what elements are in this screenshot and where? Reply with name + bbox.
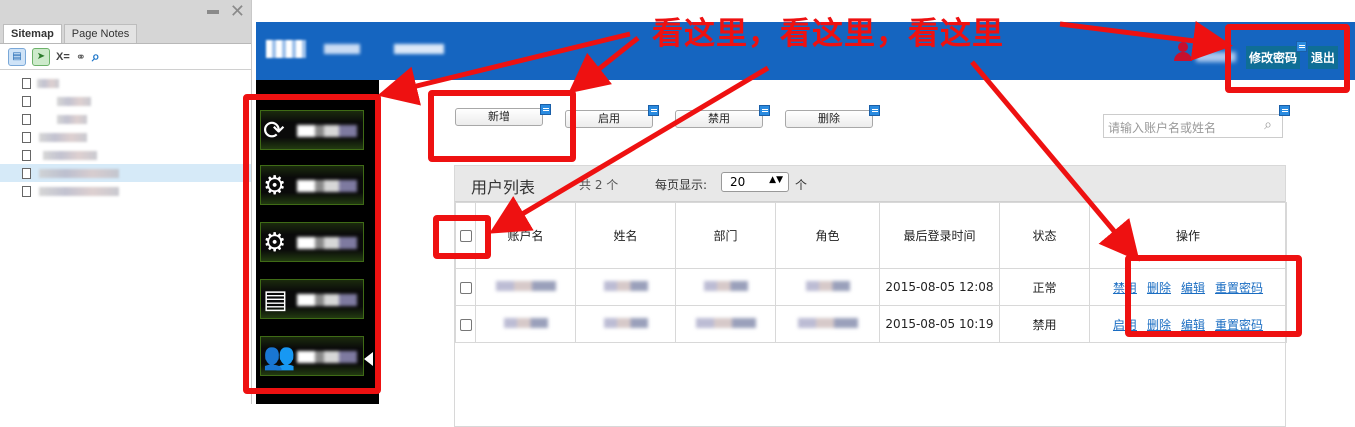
col-department: 部门 [675,202,776,269]
per-page-label: 每页显示: [655,178,708,192]
close-icon[interactable]: ✕ [230,1,245,22]
row-checkbox[interactable] [459,281,472,294]
sitemap-titlebar: ✕ [0,0,251,22]
page-icon [22,185,31,197]
sitemap-tree [0,70,251,200]
user-avatar-icon [1174,42,1192,62]
app-logo-text [324,44,360,54]
tree-item[interactable] [0,110,251,128]
pointer-mode-icon[interactable]: ➤ [32,47,50,66]
sitemap-toolbar: ▤ ➤ X= ⚭ ⌕ [0,44,251,70]
account-value [503,318,548,328]
sitemap-tabs: Sitemap Page Notes [0,22,251,44]
search-placeholder: 请输入账户名或姓名 [1108,121,1217,135]
sitemap-panel: ✕ Sitemap Page Notes ▤ ➤ X= ⚭ ⌕ [0,0,252,404]
col-last-login: 最后登录时间 [879,202,1000,269]
tree-item[interactable] [0,92,251,110]
annotation-box-checkbox [433,215,491,259]
enable-button[interactable]: 启用 [565,110,653,128]
tab-sitemap[interactable]: Sitemap [3,24,62,43]
disable-button[interactable]: 禁用 [675,110,763,128]
tree-item[interactable] [0,74,251,92]
annotation-box-add [428,90,576,162]
name-value [603,318,648,328]
annotation-text: 看这里，看这里，看这里 [652,16,1004,52]
link-icon[interactable]: ⚭ [76,50,86,64]
tab-page-notes[interactable]: Page Notes [63,24,138,43]
department-value [703,281,748,291]
search-icon[interactable]: ⌕ [92,49,100,65]
col-status: 状态 [999,202,1090,269]
app-subtitle [394,44,444,54]
role-value [797,318,858,328]
tree-item[interactable] [0,128,251,146]
role-value [805,281,850,291]
page-icon [22,167,31,179]
col-name: 姓名 [575,202,676,269]
note-icon [648,105,659,116]
status-value: 禁用 [999,305,1090,343]
variable-button[interactable]: X= [56,51,70,63]
per-page-unit: 个 [795,178,808,192]
tree-item[interactable] [0,146,251,164]
last-login-value: 2015-08-05 12:08 [879,268,1000,306]
delete-button[interactable]: 删除 [785,110,873,128]
minimize-icon[interactable] [207,10,219,14]
per-page-select[interactable]: 20 ▲▼ [721,172,789,192]
account-value [495,281,556,291]
app-logo [266,40,306,58]
note-icon [1279,105,1290,116]
app-window: 修改密码 退出 ⟳ ⚙ ⚙ ▤ 👥 新增 启用 禁用 删除 请输入账户名或姓名 … [256,0,1355,427]
name-value [603,281,648,291]
list-title: 用户列表 [471,178,536,197]
department-value [695,318,756,328]
annotation-box-header [1225,24,1350,93]
tree-item[interactable] [0,182,251,200]
select-arrow-icon: ▲▼ [769,175,783,185]
page-icon [22,77,31,89]
annotation-box-operations [1125,255,1302,337]
search-icon[interactable]: ⌕ [1264,117,1272,133]
page-icon [22,131,31,143]
tree-item-selected[interactable] [0,164,251,182]
note-icon [869,105,880,116]
page-icon [22,149,31,161]
page-icon [22,113,31,125]
status-value: 正常 [999,268,1090,306]
search-input[interactable]: 请输入账户名或姓名 ⌕ [1103,114,1283,138]
note-icon [759,105,770,116]
table-header-bar: 用户列表 共 2 个 每页显示: 20 ▲▼ 个 [455,166,1285,202]
annotation-box-sidenav [243,94,381,394]
last-login-value: 2015-08-05 10:19 [879,305,1000,343]
page-view-icon[interactable]: ▤ [8,47,26,66]
record-count: 共 2 个 [579,178,619,192]
page-icon [22,95,31,107]
col-role: 角色 [775,202,880,269]
row-checkbox[interactable] [459,318,472,331]
